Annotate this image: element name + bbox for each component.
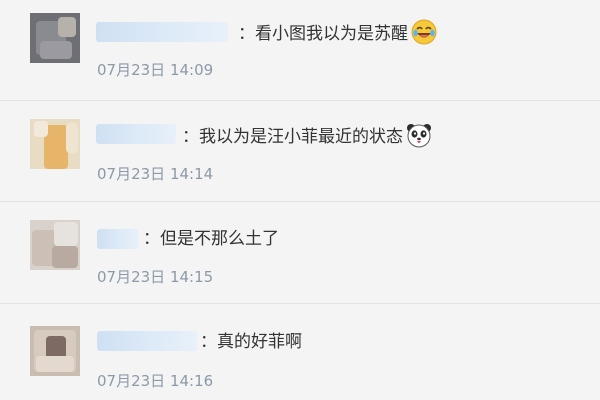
comment-timestamp: 07月23日 14:09 (97, 61, 214, 79)
panda-face-emoji-icon (407, 124, 431, 148)
comment-item: ：看小图我以为是苏醒 07月23日 14:09 (0, 0, 600, 100)
comment-timestamp: 07月23日 14:15 (97, 268, 214, 286)
avatar[interactable] (30, 220, 80, 270)
comment-body: 真的好菲啊 (217, 332, 302, 352)
username-blurred[interactable] (97, 229, 139, 249)
comment-list: ：看小图我以为是苏醒 07月23日 14:09 ：我以为是汪小菲最近的状态 07… (0, 0, 600, 400)
comment-text: ：看小图我以为是苏醒 (238, 19, 437, 46)
comment-item: ：真的好菲啊 07月23日 14:16 (0, 304, 600, 400)
comment-item: ：但是不那么土了 07月23日 14:15 (0, 202, 600, 302)
comment-body: 看小图我以为是苏醒 (255, 24, 408, 44)
comment-body: 但是不那么土了 (160, 229, 279, 249)
username-blurred[interactable] (97, 331, 197, 351)
avatar[interactable] (30, 119, 80, 169)
comment-timestamp: 07月23日 14:16 (97, 372, 214, 390)
comment-text: ：我以为是汪小菲最近的状态 (182, 122, 432, 149)
comment-text: ：但是不那么土了 (143, 227, 279, 251)
comment-body: 我以为是汪小菲最近的状态 (199, 127, 403, 147)
comment-separator: ： (143, 229, 160, 249)
avatar[interactable] (30, 326, 80, 376)
comment-text: ：真的好菲啊 (200, 330, 302, 354)
comment-item: ：我以为是汪小菲最近的状态 07月23日 14:14 (0, 101, 600, 201)
comment-separator: ： (200, 332, 217, 352)
username-blurred[interactable] (96, 22, 228, 42)
comment-separator: ： (238, 24, 255, 44)
comment-timestamp: 07月23日 14:14 (97, 165, 214, 183)
avatar[interactable] (30, 13, 80, 63)
username-blurred[interactable] (96, 124, 176, 144)
laughing-crying-emoji-icon (411, 19, 437, 45)
comment-separator: ： (182, 127, 199, 147)
